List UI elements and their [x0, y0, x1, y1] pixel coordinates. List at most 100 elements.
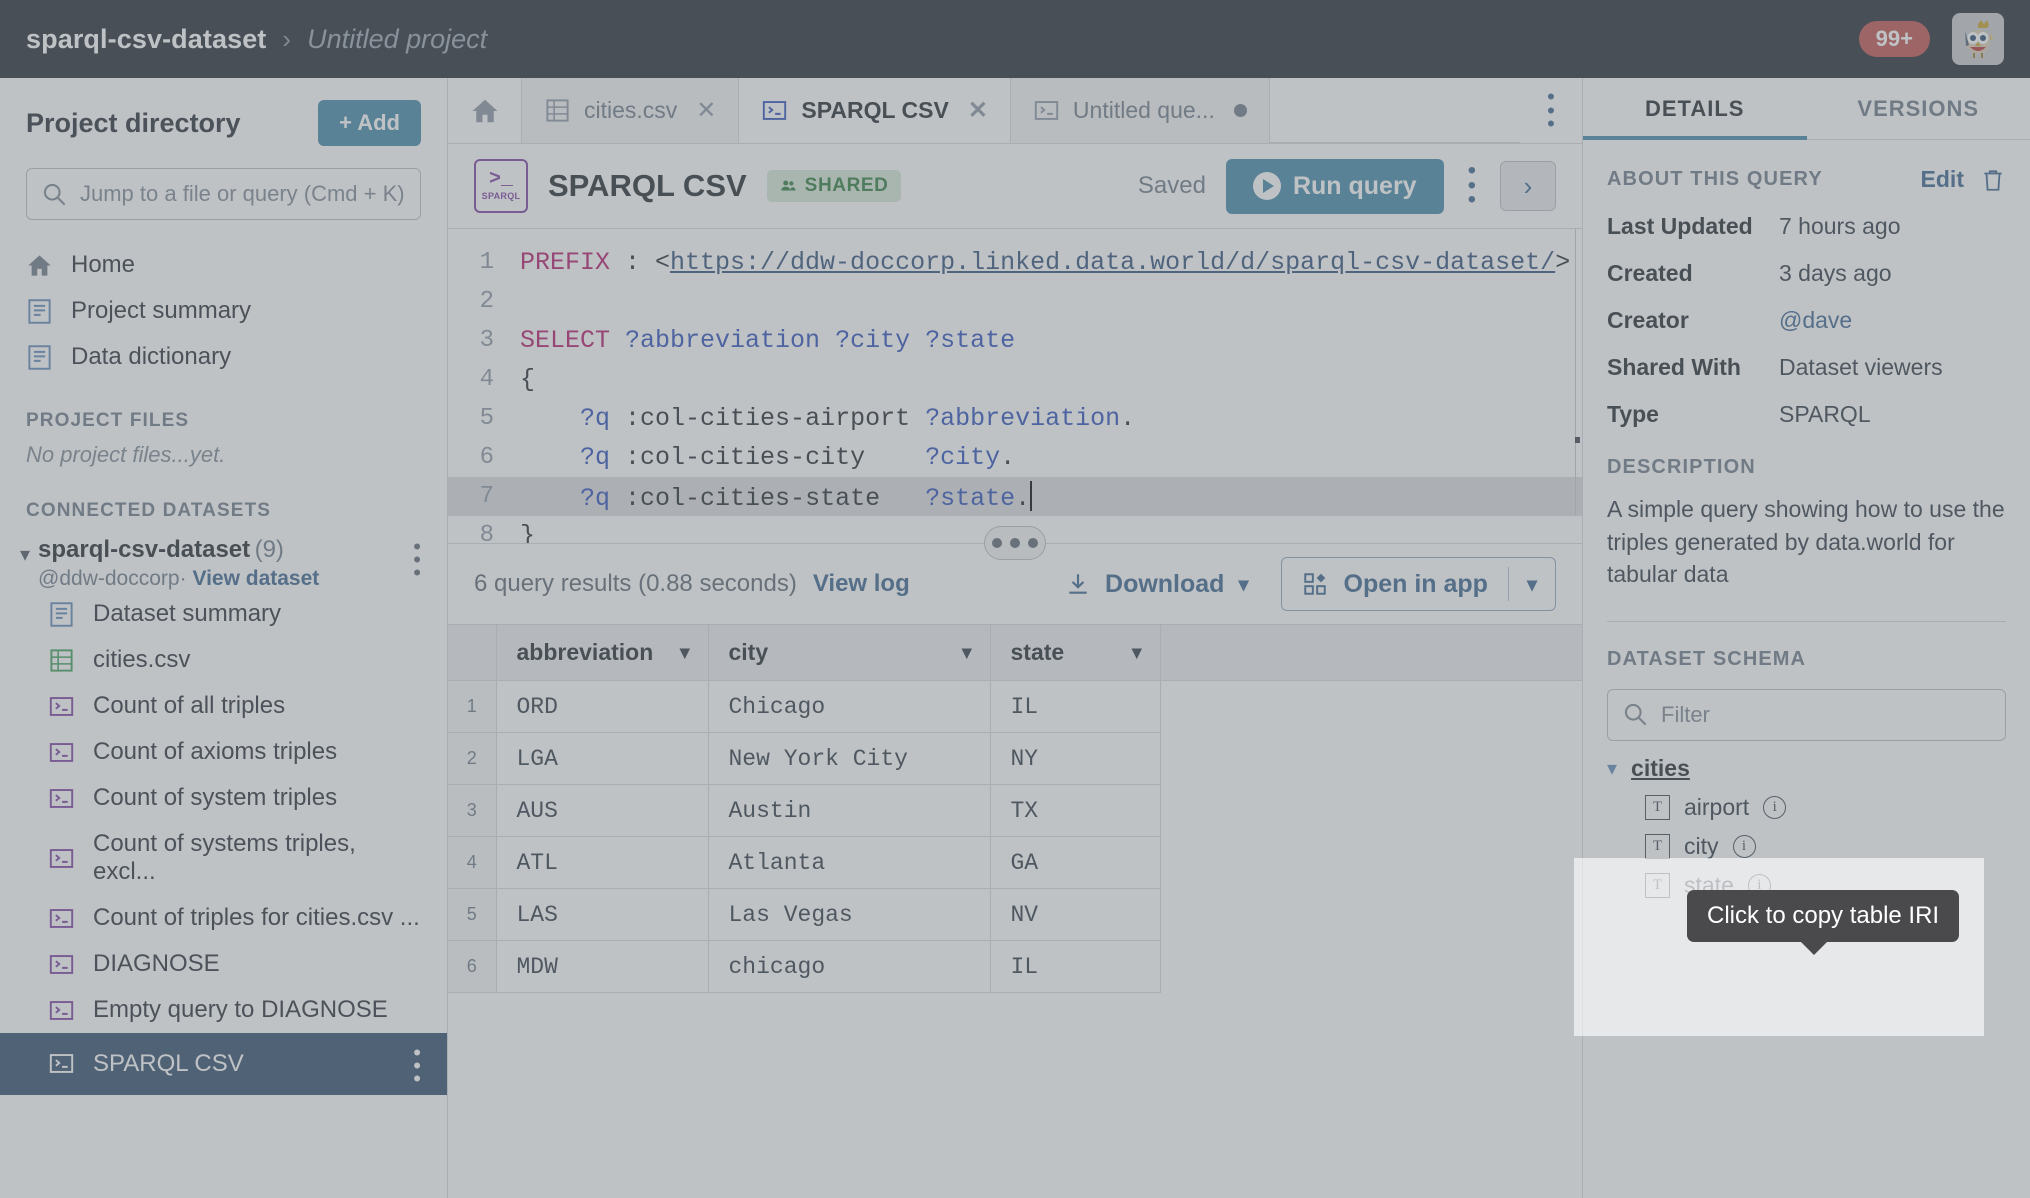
- cell-filler: [1159, 888, 1582, 941]
- table-row[interactable]: 6 MDW chicago IL: [448, 940, 1582, 993]
- sparql-file-icon: >_ SPARQL: [474, 159, 528, 213]
- sidebar-file-dataset-summary[interactable]: Dataset summary: [0, 591, 447, 637]
- sidebar-file-count-system-triples[interactable]: Count of system triples: [0, 775, 447, 821]
- sidebar-file-empty-query-diagnose[interactable]: Empty query to DIAGNOSE: [0, 987, 447, 1033]
- table-row[interactable]: 1 ORD Chicago IL: [448, 680, 1582, 733]
- dataset-owner: @ddw-doccorp: [38, 567, 180, 590]
- avatar[interactable]: [1952, 13, 2004, 65]
- table-row[interactable]: 2 LGA New York City NY: [448, 732, 1582, 785]
- sidebar-file-label: Count of system triples: [93, 784, 338, 811]
- field-value: 3 days ago: [1779, 260, 1892, 286]
- sidebar-item-data-dictionary[interactable]: Data dictionary: [0, 334, 447, 380]
- breadcrumb-project[interactable]: Untitled project: [307, 24, 487, 55]
- table-row[interactable]: 3 AUS Austin TX: [448, 784, 1582, 837]
- sidebar-file-count-all-triples[interactable]: Count of all triples: [0, 683, 447, 729]
- trash-icon[interactable]: [1980, 167, 2006, 193]
- chevron-down-icon[interactable]: ▾: [1509, 572, 1555, 597]
- info-icon[interactable]: i: [1732, 834, 1756, 858]
- table-row[interactable]: 5 LAS Las Vegas NV: [448, 888, 1582, 941]
- view-dataset-link[interactable]: View dataset: [192, 567, 319, 590]
- cell-city: chicago: [707, 940, 991, 993]
- schema-table-name[interactable]: cities: [1631, 755, 1690, 782]
- chevron-down-icon[interactable]: ▾: [1607, 756, 1617, 781]
- chevron-down-icon[interactable]: ▾: [1238, 572, 1248, 597]
- sidebar-file-label: SPARQL CSV: [93, 1049, 244, 1077]
- results-table: abbreviation ▾ city ▾ state ▾ 1 ORD Chic…: [448, 624, 1582, 993]
- cell-city: Austin: [707, 784, 991, 837]
- connected-dataset-row[interactable]: ▾ sparql-csv-dataset (9) @ddw-doccorp· V…: [0, 530, 447, 591]
- chevron-down-icon[interactable]: ▾: [20, 542, 30, 567]
- line-number: 5: [479, 405, 494, 432]
- schema-table-cities[interactable]: ▾ cities: [1583, 741, 2030, 782]
- editor-scrollbar-thumb[interactable]: [1575, 437, 1580, 443]
- tab-sparql-csv[interactable]: SPARQL CSV ✕: [739, 78, 1011, 143]
- tab-home[interactable]: [448, 78, 522, 143]
- breadcrumb-dataset[interactable]: sparql-csv-dataset: [26, 24, 266, 55]
- dataset-kebab-icon[interactable]: • • •: [413, 535, 421, 584]
- code-text: SELECT ?abbreviation ?city ?state: [520, 326, 1016, 355]
- sidebar-search[interactable]: Jump to a file or query (Cmd + K): [26, 168, 421, 220]
- sidebar-item-project-summary[interactable]: Project summary: [0, 288, 447, 334]
- results-table-head: abbreviation ▾ city ▾ state ▾: [448, 624, 1582, 681]
- field-created: Created 3 days ago: [1607, 260, 2006, 287]
- schema-filter-input[interactable]: Filter: [1607, 688, 2006, 741]
- field-key: Creator: [1607, 307, 1689, 333]
- sidebar-file-count-triples-cities[interactable]: Count of triples for cities.csv ...: [0, 895, 447, 941]
- sidebar-file-sparql-csv[interactable]: SPARQL CSV • • •: [0, 1033, 447, 1095]
- sidebar-file-label: Count of all triples: [93, 692, 286, 719]
- edit-link[interactable]: Edit: [1921, 166, 1964, 193]
- column-header-city[interactable]: city ▾: [707, 624, 991, 681]
- sidebar-file-count-systems-triples-excl[interactable]: Count of systems triples, excl...: [0, 821, 447, 895]
- query-editor[interactable]: 1 PREFIX : <https://ddw-doccorp.linked.d…: [448, 229, 1582, 543]
- sidebar-file-label: Dataset summary: [93, 600, 282, 627]
- tab-cities-csv[interactable]: cities.csv ✕: [522, 78, 740, 143]
- tab-untitled-query[interactable]: Untitled que...: [1010, 78, 1270, 143]
- chevron-down-icon[interactable]: ▾: [1132, 641, 1142, 664]
- view-log-link[interactable]: View log: [813, 570, 910, 598]
- tab-close-icon[interactable]: ✕: [968, 96, 988, 125]
- tab-details[interactable]: DETAILS: [1583, 78, 1807, 140]
- splitter-handle[interactable]: [984, 526, 1046, 560]
- line-number: 1: [479, 249, 494, 276]
- row-number: 4: [448, 836, 497, 889]
- tab-close-icon[interactable]: ✕: [696, 96, 716, 125]
- cell-abbreviation: LAS: [495, 888, 709, 941]
- open-in-app-button[interactable]: Open in app ▾: [1280, 557, 1556, 611]
- cell-state: NV: [989, 888, 1161, 941]
- notification-badge[interactable]: 99+: [1858, 21, 1930, 57]
- column-header-state[interactable]: state ▾: [989, 624, 1161, 681]
- code-line-current: 7 ?q :col-cities-state ?state.: [448, 477, 1582, 516]
- play-icon: [1252, 172, 1281, 200]
- sidebar-file-diagnose[interactable]: DIAGNOSE: [0, 941, 447, 987]
- creator-link[interactable]: @dave: [1779, 307, 1852, 334]
- file-kebab-icon[interactable]: • • •: [413, 1041, 421, 1090]
- sidebar-item-home[interactable]: Home: [0, 242, 447, 288]
- body-wrapper: Project directory + Add Jump to a file o…: [0, 78, 2030, 1198]
- download-button[interactable]: Download ▾: [1065, 570, 1249, 599]
- dataset-sep: ·: [179, 567, 187, 590]
- sidebar-file-label: Count of triples for cities.csv ...: [93, 904, 420, 931]
- sidebar-file-cities-csv[interactable]: cities.csv: [0, 637, 447, 683]
- add-button[interactable]: + Add: [318, 100, 421, 146]
- chevron-down-icon[interactable]: ▾: [680, 641, 690, 664]
- chevron-down-icon[interactable]: ▾: [962, 641, 972, 664]
- line-number: 7: [479, 483, 494, 510]
- collapse-panel-button[interactable]: ›: [1500, 161, 1556, 211]
- sidebar-item-label: Project summary: [71, 297, 252, 324]
- description-text: A simple query showing how to use the tr…: [1607, 496, 2005, 588]
- field-value: Dataset viewers: [1779, 354, 1943, 380]
- sidebar-file-count-axioms-triples[interactable]: Count of axioms triples: [0, 729, 447, 775]
- cell-state: GA: [989, 836, 1161, 889]
- run-query-button[interactable]: Run query: [1225, 158, 1444, 214]
- schema-column-airport[interactable]: T airport i: [1583, 782, 2030, 821]
- schema-column-city[interactable]: T city i: [1583, 821, 2030, 860]
- query-kebab-icon[interactable]: • • •: [1464, 159, 1480, 212]
- cell-city: Chicago: [707, 680, 991, 733]
- tab-bar-kebab-icon[interactable]: • • •: [1520, 78, 1582, 143]
- column-header-abbreviation[interactable]: abbreviation ▾: [495, 624, 709, 681]
- tab-versions[interactable]: VERSIONS: [1807, 78, 2030, 139]
- table-row[interactable]: 4 ATL Atlanta GA: [448, 836, 1582, 889]
- download-icon: [1069, 574, 1087, 594]
- cell-abbreviation: LGA: [495, 732, 709, 785]
- info-icon[interactable]: i: [1763, 795, 1787, 819]
